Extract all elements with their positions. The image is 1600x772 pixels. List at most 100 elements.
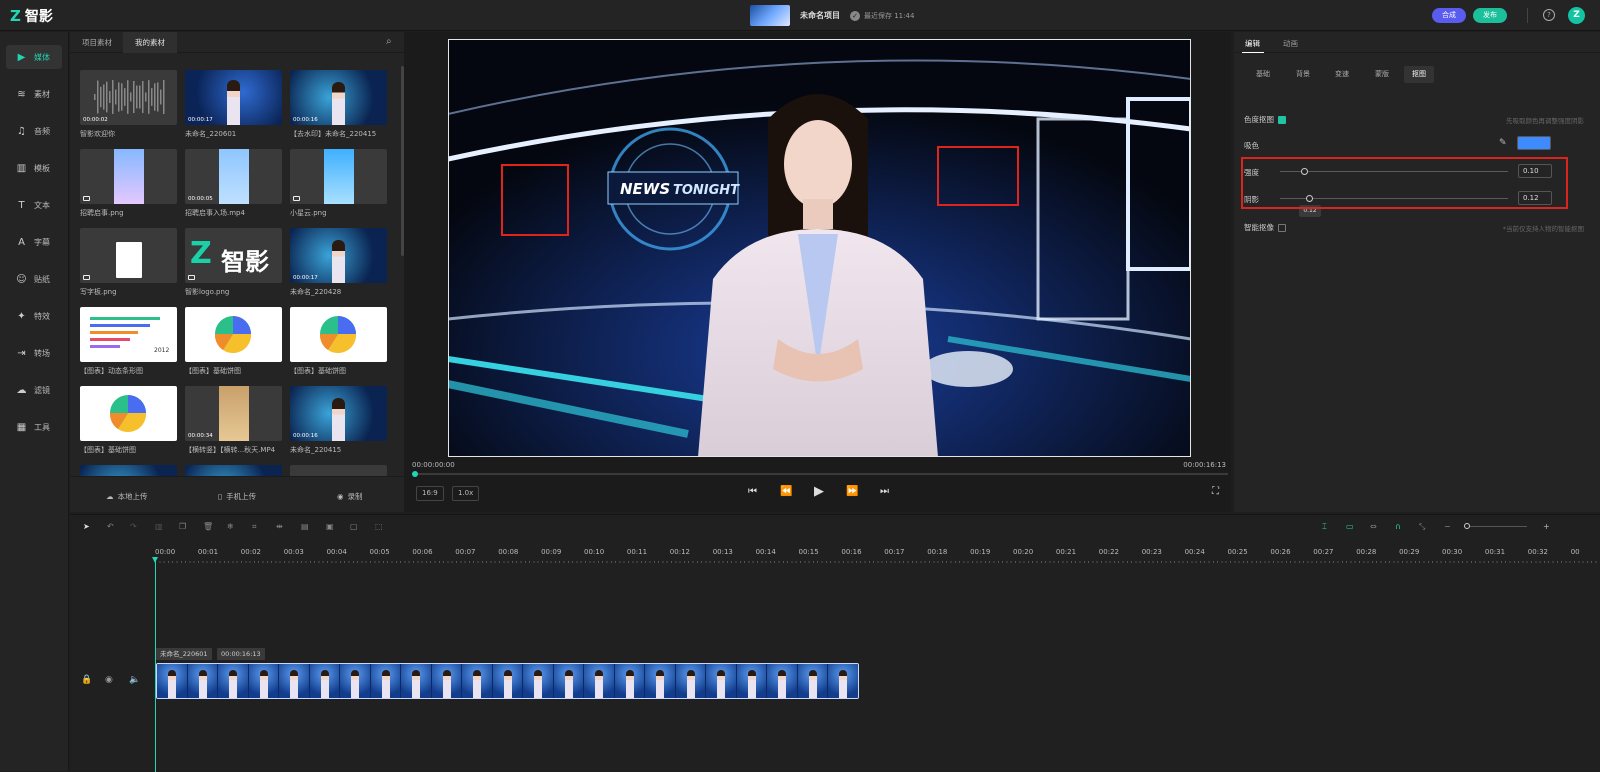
project-name[interactable]: 未命名项目 xyxy=(800,10,840,21)
asset-tile[interactable]: 写字板.png xyxy=(80,228,177,297)
speed-select[interactable]: 1.0x xyxy=(452,486,480,501)
zoom-slider[interactable] xyxy=(1464,523,1527,529)
app-logo[interactable]: Z 智影 xyxy=(10,6,53,26)
skip-end-icon[interactable]: ⏭ xyxy=(880,486,889,497)
asset-tile[interactable]: 【图表】基础饼图 xyxy=(185,307,282,376)
replace-icon[interactable]: ▣ xyxy=(326,522,334,531)
fullscreen-icon[interactable]: ⛶ xyxy=(1212,486,1219,497)
asset-tile[interactable]: 00:00:16 未命名_220415 xyxy=(290,386,387,455)
tab-animation[interactable]: 动画 xyxy=(1283,38,1298,49)
copy-icon[interactable]: ❐ xyxy=(179,522,186,531)
sidebar-item-text[interactable]: T 文本 xyxy=(6,193,62,217)
upload-phone-button[interactable]: ▯ 手机上传 xyxy=(218,491,256,502)
sidebar-item-subtitle[interactable]: A 字幕 xyxy=(6,230,62,254)
sidebar-item-effects[interactable]: ✦ 特效 xyxy=(6,304,62,328)
select-tool-icon[interactable]: ➤ xyxy=(83,522,90,531)
play-icon[interactable]: ▶ xyxy=(814,484,824,499)
asset-tile[interactable]: 00:00:34 【横转竖】【横转...秋天.MP4 xyxy=(185,386,282,455)
record-button[interactable]: ◉ 录制 xyxy=(337,491,363,502)
asset-tile[interactable]: 00:00:17 未命名_220428 xyxy=(290,228,387,297)
playhead[interactable] xyxy=(155,560,156,772)
freeze-icon[interactable]: ❄ xyxy=(227,522,234,531)
asset-tile[interactable]: 00:00:16 【去水印】未命名_220415 xyxy=(290,70,387,139)
sidebar-item-tools[interactable]: ▦ 工具 xyxy=(6,415,62,439)
sidebar-item-sticker[interactable]: ☺ 贴纸 xyxy=(6,267,62,291)
timeline: ➤ ↶ ↷ ▥ ❐ 🗑 ❄ ⌗ ⇹ ▤ ▣ ▢ ⬚ ⌶ ▭ ⇔ ∩ ⤡ − + … xyxy=(70,514,1600,772)
preview-axis-icon[interactable]: ⇔ xyxy=(1370,522,1377,531)
mirror-icon[interactable]: ⇹ xyxy=(276,522,283,531)
sidebar-item-label: 特效 xyxy=(34,311,50,321)
asset-tile[interactable]: 小星云.png xyxy=(290,149,387,218)
sidebar-item-transition[interactable]: ⇥ 转场 xyxy=(6,341,62,365)
rewind-icon[interactable]: ⏪ xyxy=(780,486,792,497)
tab-edit[interactable]: 编辑 xyxy=(1245,38,1260,49)
subtab-basic[interactable]: 基础 xyxy=(1248,66,1278,83)
asset-tile[interactable]: 00:00:02 智影欢迎你 xyxy=(80,70,177,139)
tab-my-assets[interactable]: 我的素材 xyxy=(123,32,177,53)
fit-icon[interactable]: ⤡ xyxy=(1419,522,1425,532)
inspector-subtabs: 基础 背景 变速 蒙版 抠图 xyxy=(1248,66,1568,83)
skip-start-icon[interactable]: ⏮ xyxy=(748,486,757,497)
tab-project-assets[interactable]: 项目素材 xyxy=(70,32,124,53)
zoom-out-icon[interactable]: − xyxy=(1444,522,1451,531)
ruler-tick: 00:00 xyxy=(155,548,176,556)
sidebar-item-music[interactable]: ♫ 音频 xyxy=(6,119,62,143)
eyedropper-icon[interactable]: ✎ xyxy=(1499,138,1507,148)
reverse-icon[interactable]: ▤ xyxy=(301,522,309,531)
publish-button[interactable]: 发布 xyxy=(1473,8,1507,23)
asset-tile[interactable]: 2012 【图表】动态条形图 xyxy=(80,307,177,376)
avatar[interactable]: Z xyxy=(1568,7,1585,24)
asset-tile[interactable]: 招聘启事.png xyxy=(80,149,177,218)
asset-caption: 【图表】基础饼图 xyxy=(80,446,136,454)
video-clip[interactable] xyxy=(156,663,859,699)
snapshot-icon[interactable]: ⬚ xyxy=(375,522,383,531)
sidebar-item-media[interactable]: ▶ 媒体 xyxy=(6,45,62,69)
export-icon[interactable]: ▢ xyxy=(350,522,358,531)
lock-icon[interactable]: 🔒 xyxy=(81,675,92,685)
aspect-ratio-select[interactable]: 16:9 xyxy=(416,486,444,501)
upload-local-label: 本地上传 xyxy=(117,492,148,501)
smart-checkbox[interactable] xyxy=(1278,224,1286,232)
fast-forward-icon[interactable]: ⏩ xyxy=(846,486,858,497)
compose-button[interactable]: 合成 xyxy=(1432,8,1466,23)
sidebar-item-label: 音频 xyxy=(34,126,50,136)
subtab-background[interactable]: 背景 xyxy=(1288,66,1318,83)
eye-icon[interactable]: ◉ xyxy=(105,675,113,685)
effects-icon: ✦ xyxy=(17,310,26,322)
delete-icon[interactable]: 🗑 xyxy=(203,522,213,531)
upload-local-button[interactable]: ☁ 本地上传 xyxy=(106,491,148,502)
upload-phone-label: 手机上传 xyxy=(226,492,257,501)
asset-tile[interactable]: 00:00:05 招聘启事入场.mp4 xyxy=(185,149,282,218)
sidebar-item-template[interactable]: ▥ 模板 xyxy=(6,156,62,180)
zoom-in-icon[interactable]: + xyxy=(1543,522,1550,531)
volume-icon[interactable]: 🔈 xyxy=(129,675,140,685)
clip-frame xyxy=(492,664,523,698)
sidebar-item-layers[interactable]: ≋ 素材 xyxy=(6,82,62,106)
preview-progress[interactable] xyxy=(412,471,1228,477)
help-icon[interactable]: ? xyxy=(1543,9,1555,21)
search-icon[interactable]: ⌕ xyxy=(386,36,392,47)
clip-frame xyxy=(614,664,645,698)
snap-icon[interactable]: ⌶ xyxy=(1322,522,1327,532)
video-canvas[interactable]: NEWS TONIGHT xyxy=(448,39,1191,457)
subtab-speed[interactable]: 变速 xyxy=(1327,66,1357,83)
redo-icon[interactable]: ↷ xyxy=(130,522,137,531)
asset-caption: 【图表】基础饼图 xyxy=(290,367,346,375)
magnet-icon[interactable]: ∩ xyxy=(1395,522,1401,531)
time-ruler[interactable]: 00:00 00:01 00:02 00:03 00:04 00:05 00:06 00:07… xyxy=(155,548,1600,566)
asset-tile[interactable]: Z 智影 智影logo.png xyxy=(185,228,282,297)
asset-tile[interactable]: 【图表】基础饼图 xyxy=(80,386,177,455)
chroma-checkbox[interactable] xyxy=(1278,116,1286,124)
progress-knob[interactable] xyxy=(412,471,418,477)
asset-tile[interactable]: 00:00:17 未命名_220601 xyxy=(185,70,282,139)
subtab-mask[interactable]: 蒙版 xyxy=(1367,66,1397,83)
split-icon[interactable]: ▥ xyxy=(155,522,163,531)
sidebar-item-filter[interactable]: ☁ 滤镜 xyxy=(6,378,62,402)
crop-icon[interactable]: ⌗ xyxy=(252,522,257,532)
color-swatch[interactable] xyxy=(1517,136,1551,150)
undo-icon[interactable]: ↶ xyxy=(107,522,114,531)
subtab-cutout[interactable]: 抠图 xyxy=(1404,66,1434,83)
track-link-icon[interactable]: ▭ xyxy=(1346,522,1354,531)
zoom-knob[interactable] xyxy=(1464,523,1470,529)
asset-tile[interactable]: 【图表】基础饼图 xyxy=(290,307,387,376)
